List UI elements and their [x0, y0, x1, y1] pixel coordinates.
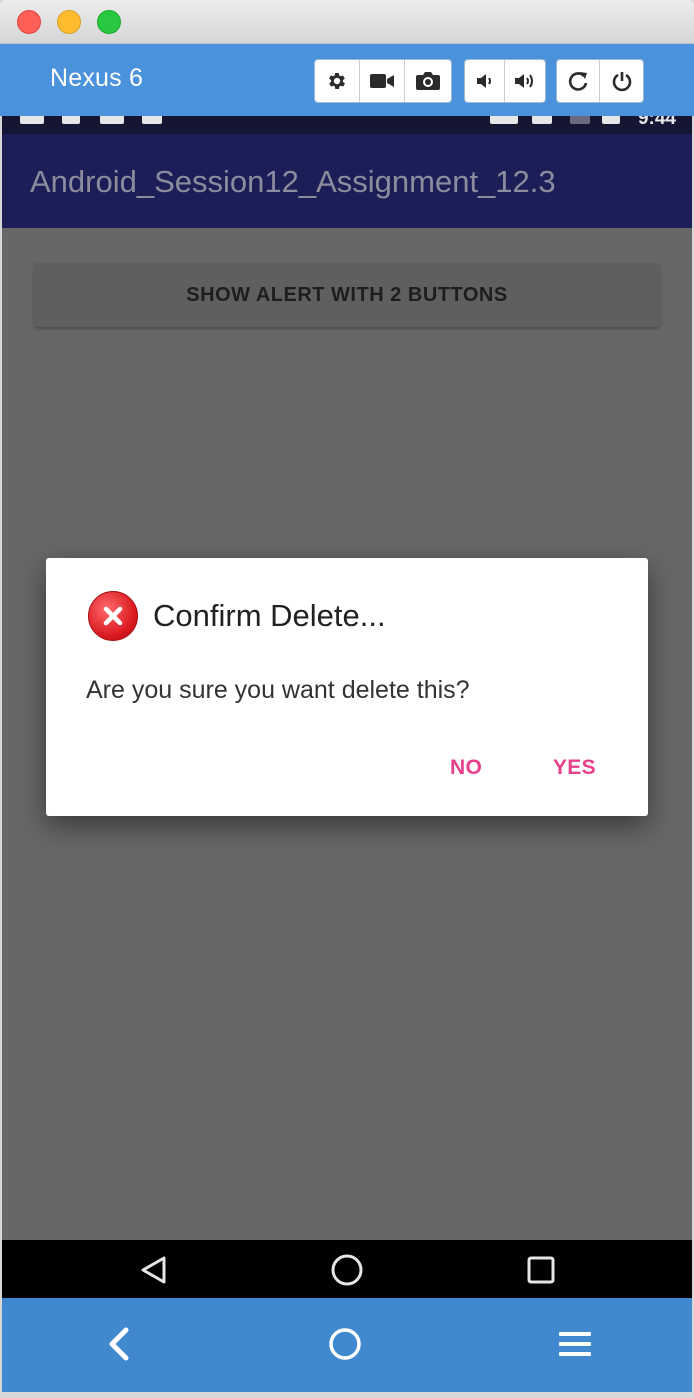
notification-icon	[20, 116, 44, 124]
rotate-button[interactable]	[557, 60, 600, 102]
play-icon	[142, 116, 162, 124]
nav-recents-button[interactable]	[521, 1252, 561, 1288]
volume-down-button[interactable]	[465, 60, 505, 102]
chevron-left-icon	[109, 1327, 129, 1361]
battery-icon	[602, 116, 620, 124]
back-triangle-icon	[141, 1256, 166, 1284]
toolbar-group-volume	[464, 59, 546, 103]
vibrate-icon	[490, 116, 518, 124]
yes-button[interactable]: YES	[553, 756, 596, 780]
screen-record-button[interactable]	[360, 60, 405, 102]
window-titlebar	[0, 0, 694, 44]
sim-icon	[62, 116, 80, 124]
emulator-bottom-bar	[2, 1298, 692, 1392]
nav-back-button[interactable]	[134, 1252, 174, 1288]
gear-icon	[329, 73, 345, 89]
toolbar-group-device	[556, 59, 644, 103]
home-circle-icon	[331, 1254, 363, 1286]
camera-icon	[415, 72, 440, 90]
show-alert-button[interactable]: SHOW ALERT WITH 2 BUTTONS	[34, 263, 660, 327]
notification-icon	[100, 116, 124, 124]
error-x-icon	[88, 591, 138, 641]
power-icon	[612, 72, 631, 92]
screenshot-button[interactable]	[405, 60, 450, 102]
emulator-home-button[interactable]	[320, 1322, 370, 1366]
dialog-title: Confirm Delete...	[153, 598, 386, 633]
emulator-menu-button[interactable]	[550, 1322, 600, 1366]
power-button[interactable]	[600, 60, 643, 102]
dialog-message: Are you sure you want delete this?	[86, 676, 470, 704]
app-title: Android_Session12_Assignment_12.3	[30, 164, 556, 199]
app-bar: Android_Session12_Assignment_12.3	[2, 134, 692, 228]
no-button[interactable]: NO	[450, 756, 482, 780]
zoom-window-button[interactable]	[97, 10, 121, 34]
wifi-icon	[532, 116, 552, 124]
recents-square-icon	[527, 1256, 555, 1284]
minimize-window-button[interactable]	[57, 10, 81, 34]
confirm-delete-dialog: Confirm Delete... Are you sure you want …	[46, 558, 648, 816]
volume-up-icon	[515, 74, 533, 88]
nav-home-button[interactable]	[327, 1252, 367, 1288]
rotate-icon	[568, 72, 588, 91]
status-bar: 9:44	[2, 116, 692, 134]
status-clock: 9:44	[637, 116, 676, 129]
toolbar-group-capture	[314, 59, 452, 103]
signal-icon	[570, 116, 590, 124]
close-window-button[interactable]	[17, 10, 41, 34]
android-nav-bar	[2, 1240, 692, 1298]
emulator-back-button[interactable]	[94, 1322, 144, 1366]
settings-button[interactable]	[315, 60, 360, 102]
volume-up-button[interactable]	[505, 60, 545, 102]
hamburger-menu-icon	[559, 1332, 591, 1356]
circle-home-icon	[329, 1328, 361, 1360]
emulator-toolbar: Nexus 6	[0, 44, 694, 116]
video-camera-icon	[370, 74, 394, 88]
volume-down-icon	[476, 74, 491, 88]
device-name: Nexus 6	[50, 64, 144, 92]
